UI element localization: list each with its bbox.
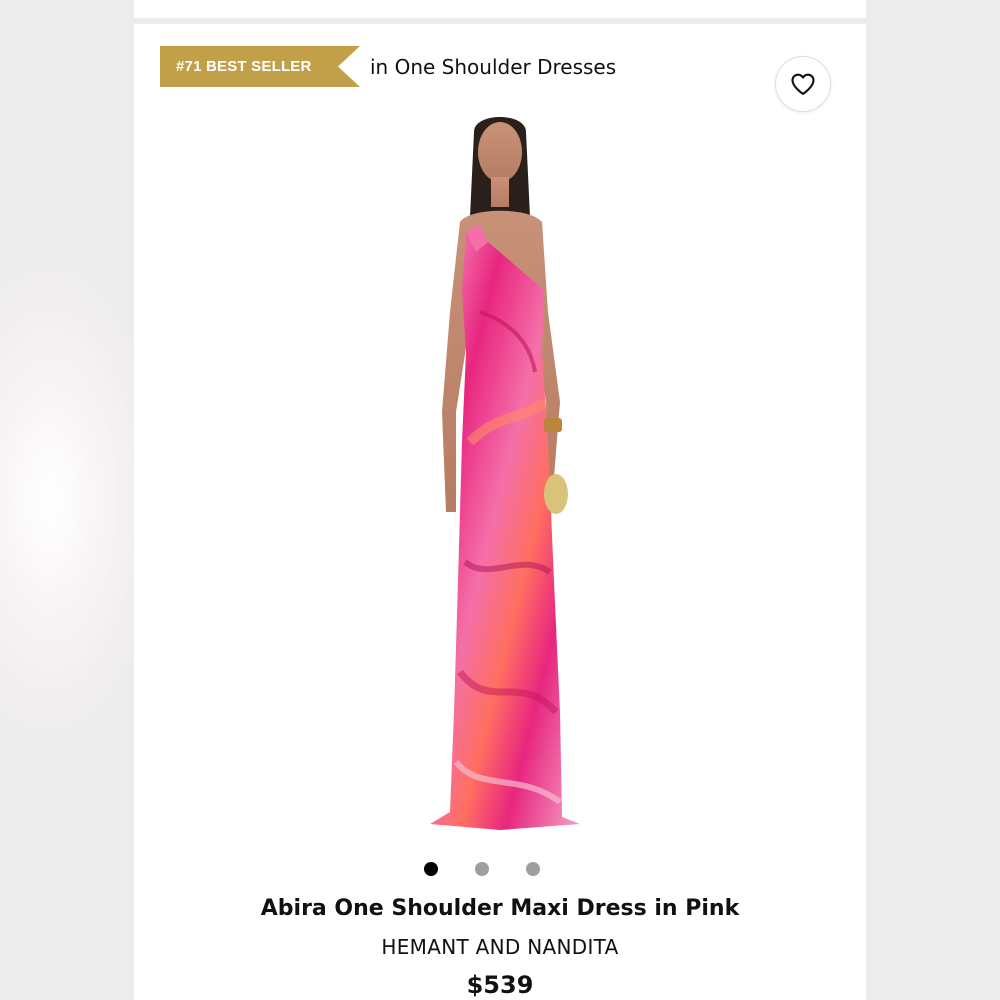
product-image[interactable]	[370, 112, 630, 847]
gallery-dot-1[interactable]	[423, 862, 438, 876]
heart-icon	[791, 73, 815, 95]
best-seller-badge: #71 BEST SELLER	[160, 46, 360, 87]
product-card: #71 BEST SELLER in One Shoulder Dresses	[134, 24, 866, 1000]
best-seller-category[interactable]: in One Shoulder Dresses	[370, 55, 616, 79]
product-price: $539	[466, 971, 534, 999]
favorite-button[interactable]	[775, 56, 831, 112]
gallery-pagination	[134, 862, 866, 876]
product-brand[interactable]: HEMANT AND NANDITA	[134, 935, 866, 959]
gallery-dot-2[interactable]	[474, 862, 489, 876]
best-seller-rank: #71 BEST SELLER	[176, 58, 312, 75]
product-title[interactable]: Abira One Shoulder Maxi Dress in Pink	[134, 896, 866, 921]
top-strip	[134, 0, 866, 18]
gallery-dot-3[interactable]	[525, 862, 540, 876]
